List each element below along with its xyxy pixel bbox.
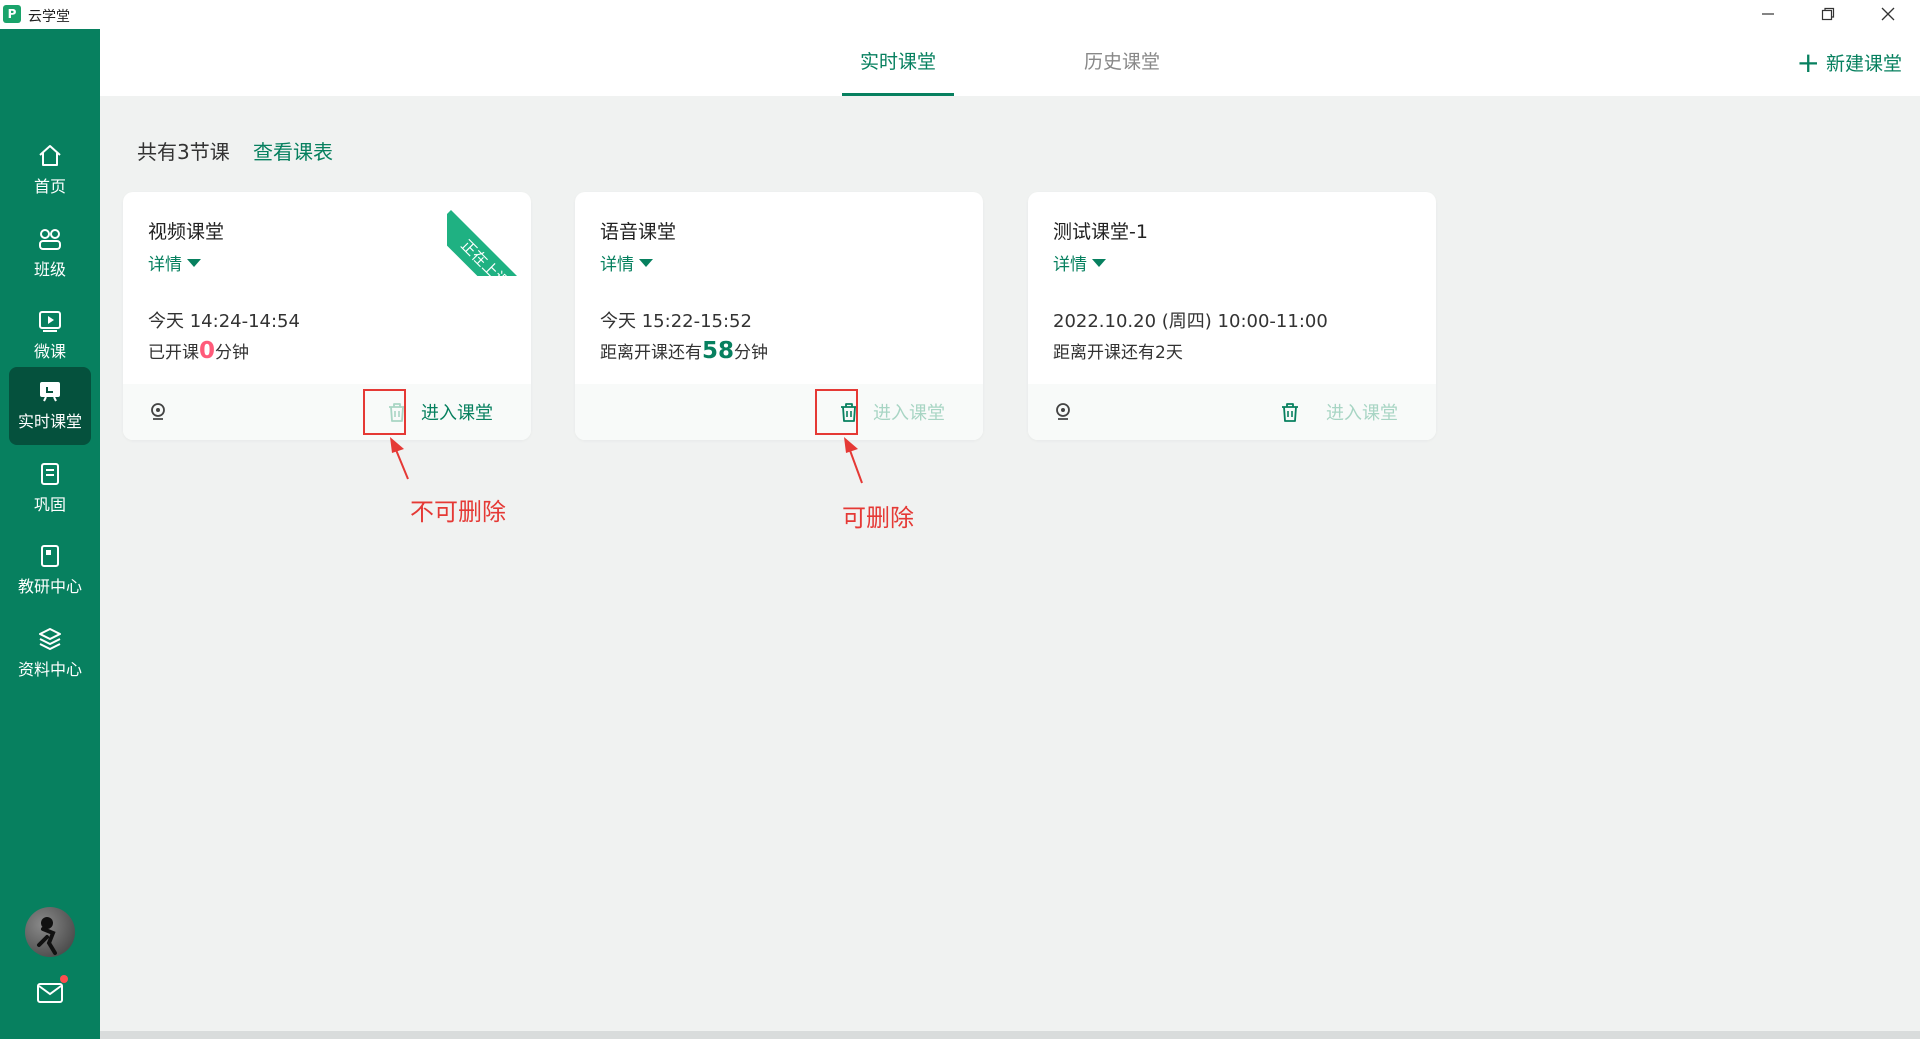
sidebar-item-label: 巩固 — [33, 495, 66, 514]
highlight-box — [363, 389, 406, 435]
detail-toggle[interactable]: 详情 — [600, 250, 653, 275]
layers-icon — [39, 628, 61, 650]
app-logo: P — [3, 5, 21, 23]
sidebar-item-live-class[interactable]: 实时课堂 — [9, 367, 91, 445]
avatar[interactable] — [25, 907, 75, 957]
class-title: 语音课堂 — [600, 221, 677, 243]
research-icon — [41, 545, 59, 567]
ribbon-label: 正在上课 — [447, 210, 531, 276]
restore-icon — [1821, 7, 1835, 21]
webcam-icon[interactable] — [148, 402, 168, 422]
class-card: 语音课堂 详情 今天 15:22-15:52 距离开课还有58分钟 进入课堂 — [575, 192, 983, 440]
highlight-box — [815, 389, 858, 435]
caret-down-icon — [1092, 258, 1106, 267]
sidebar-item-label: 首页 — [33, 177, 66, 196]
detail-toggle[interactable]: 详情 — [1053, 250, 1106, 275]
live-class-icon — [40, 382, 60, 402]
detail-label: 详情 — [600, 255, 634, 275]
class-title: 视频课堂 — [148, 221, 225, 243]
sidebar-item-label: 资料中心 — [17, 660, 82, 679]
top-tab-bar: 实时课堂 历史课堂 + 新建课堂 — [100, 29, 1920, 96]
restore-button[interactable] — [1808, 3, 1848, 25]
sidebar-item-label: 班级 — [33, 260, 66, 279]
microlesson-icon — [39, 311, 61, 332]
app-title: 云学堂 — [28, 9, 70, 25]
view-schedule-link[interactable]: 查看课表 — [253, 136, 333, 165]
tab-live-class[interactable]: 实时课堂 — [842, 29, 954, 96]
class-count: 共有3节课 — [137, 140, 230, 164]
enter-class-button[interactable]: 进入课堂 — [873, 399, 945, 425]
annotation-not-deletable: 不可删除 — [410, 498, 506, 526]
title-bar: P 云学堂 — [0, 0, 1920, 29]
enter-class-button[interactable]: 进入课堂 — [421, 399, 493, 425]
bottom-strip — [100, 1031, 1920, 1039]
class-status: 已开课0分钟 — [148, 338, 250, 364]
tab-history-class[interactable]: 历史课堂 — [1066, 29, 1178, 96]
class-time: 2022.10.20 (周四) 10:00-11:00 — [1053, 311, 1328, 332]
card-footer: 进入课堂 — [123, 384, 531, 440]
unread-dot — [60, 975, 68, 983]
detail-label: 详情 — [148, 255, 182, 275]
review-icon — [41, 463, 59, 485]
class-card: 测试课堂-1 详情 2022.10.20 (周四) 10:00-11:00 距离… — [1028, 192, 1436, 440]
sidebar-item-label: 教研中心 — [17, 577, 82, 596]
close-icon — [1881, 7, 1895, 21]
sidebar-item-home[interactable]: 首页 — [9, 132, 91, 210]
mail-icon — [37, 983, 63, 1003]
avatar-figure-icon — [37, 917, 57, 955]
sidebar-item-review[interactable]: 巩固 — [9, 450, 91, 528]
class-status: 距离开课还有2天 — [1053, 343, 1183, 363]
class-time: 今天 14:24-14:54 — [148, 311, 300, 332]
class-title: 测试课堂-1 — [1053, 221, 1148, 243]
sidebar-item-resources[interactable]: 资料中心 — [9, 615, 91, 693]
detail-toggle[interactable]: 详情 — [148, 250, 201, 275]
enter-class-button[interactable]: 进入课堂 — [1326, 399, 1398, 425]
caret-down-icon — [639, 258, 653, 267]
new-class-button[interactable]: + 新建课堂 — [1797, 29, 1902, 96]
home-icon — [39, 145, 61, 166]
plus-icon: + — [1796, 45, 1820, 79]
class-time: 今天 15:22-15:52 — [600, 311, 752, 332]
close-button[interactable] — [1868, 3, 1908, 25]
class-status: 距离开课还有58分钟 — [600, 338, 769, 364]
sidebar-item-research[interactable]: 教研中心 — [9, 532, 91, 610]
minimize-icon — [1762, 13, 1774, 15]
webcam-icon[interactable] — [1053, 402, 1073, 422]
sidebar-item-class[interactable]: 班级 — [9, 215, 91, 293]
mail-button[interactable] — [36, 981, 64, 1005]
trash-icon[interactable] — [1278, 400, 1302, 424]
sidebar-item-label: 实时课堂 — [17, 412, 82, 431]
minimize-button[interactable] — [1748, 3, 1788, 25]
annotation-deletable: 可删除 — [842, 504, 914, 532]
annotation-arrow-icon — [390, 437, 409, 480]
live-ribbon: 正在上课 — [447, 192, 531, 276]
sidebar-item-microlesson[interactable]: 微课 — [9, 297, 91, 375]
card-footer: 进入课堂 — [1028, 384, 1436, 440]
sidebar: 首页 班级 微课 实时课堂 巩固 教研中心 资料中心 — [0, 29, 100, 1039]
caret-down-icon — [187, 258, 201, 267]
detail-label: 详情 — [1053, 255, 1087, 275]
class-card: 视频课堂 详情 今天 14:24-14:54 已开课0分钟 正在上课 进入课堂 — [123, 192, 531, 440]
new-class-label: 新建课堂 — [1825, 53, 1902, 75]
card-footer: 进入课堂 — [575, 384, 983, 440]
sidebar-item-label: 微课 — [33, 342, 66, 361]
annotation-arrow-icon — [844, 437, 863, 484]
class-icon — [39, 229, 61, 250]
